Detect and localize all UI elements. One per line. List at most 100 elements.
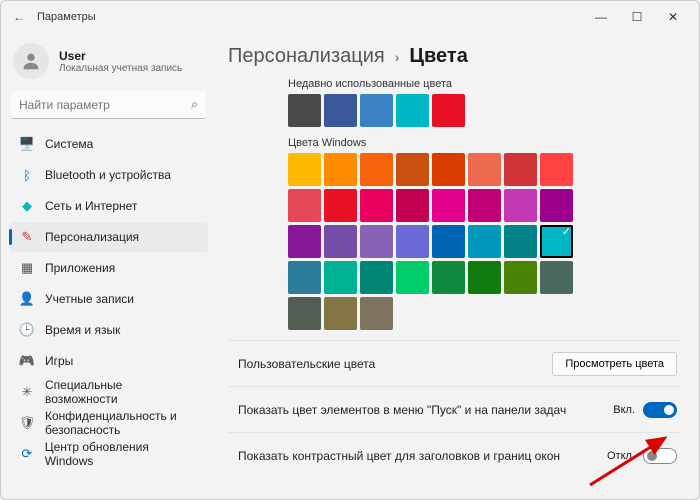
color-swatch[interactable]: [360, 261, 393, 294]
nav-label: Система: [45, 137, 93, 151]
breadcrumb-current: Цвета: [409, 45, 467, 68]
search-box: ⌕: [11, 91, 206, 119]
chevron-right-icon: ›: [395, 49, 400, 65]
sidebar: User Локальная учетная запись ⌕ 🖥️ Систем…: [1, 33, 216, 499]
color-swatch[interactable]: [396, 94, 429, 127]
sidebar-item-7[interactable]: 🎮 Игры: [9, 346, 208, 376]
color-swatch[interactable]: [324, 225, 357, 258]
breadcrumb-parent[interactable]: Персонализация: [228, 45, 385, 68]
sidebar-item-4[interactable]: ▦ Приложения: [9, 253, 208, 283]
nav-icon: ⟳: [19, 446, 35, 462]
setting-start-label: Показать цвет элементов в меню "Пуск" и …: [238, 403, 613, 417]
windows-colors-label: Цвета Windows: [288, 137, 681, 149]
custom-colors-row: Пользовательские цвета Просмотреть цвета: [228, 340, 681, 386]
nav-icon: 🖥️: [19, 136, 35, 152]
view-colors-button[interactable]: Просмотреть цвета: [552, 352, 677, 376]
color-swatch[interactable]: [360, 225, 393, 258]
sidebar-item-0[interactable]: 🖥️ Система: [9, 129, 208, 159]
nav-label: Приложения: [45, 261, 115, 275]
color-swatch[interactable]: [540, 261, 573, 294]
search-input[interactable]: [11, 91, 206, 119]
sidebar-item-9[interactable]: 🛡 Конфиденциальность и безопасность: [9, 408, 208, 438]
close-button[interactable]: ✕: [655, 3, 691, 31]
color-swatch[interactable]: [432, 189, 465, 222]
color-swatch[interactable]: [504, 153, 537, 186]
nav-icon: ✳: [19, 384, 35, 400]
setting-start-state: Вкл.: [613, 404, 635, 416]
nav-label: Сеть и Интернет: [45, 199, 137, 213]
titlebar: ← Параметры ― ☐ ✕: [1, 1, 699, 33]
nav-icon: ▦: [19, 260, 35, 276]
color-swatch[interactable]: [324, 153, 357, 186]
sidebar-item-6[interactable]: 🕒Время и язык: [9, 315, 208, 345]
color-swatch[interactable]: [288, 297, 321, 330]
user-account-row[interactable]: User Локальная учетная запись: [9, 37, 208, 91]
color-swatch[interactable]: [324, 94, 357, 127]
color-swatch[interactable]: [288, 153, 321, 186]
color-swatch[interactable]: [468, 261, 501, 294]
sidebar-item-3[interactable]: ✎ Персонализация: [9, 222, 208, 252]
custom-colors-label: Пользовательские цвета: [238, 357, 552, 371]
nav-label: Учетные записи: [45, 292, 134, 306]
color-swatch[interactable]: [288, 94, 321, 127]
color-swatch[interactable]: [360, 153, 393, 186]
nav-label: Специальные возможности: [45, 378, 198, 406]
color-swatch[interactable]: [540, 225, 573, 258]
sidebar-item-2[interactable]: ◆ Сеть и Интернет: [9, 191, 208, 221]
color-swatch[interactable]: [324, 261, 357, 294]
color-swatch[interactable]: [324, 189, 357, 222]
nav-label: Игры: [45, 354, 73, 368]
setting-title-label: Показать контрастный цвет для заголовков…: [238, 449, 607, 463]
color-swatch[interactable]: [432, 94, 465, 127]
color-swatch[interactable]: [324, 297, 357, 330]
color-swatch[interactable]: [468, 225, 501, 258]
color-swatch[interactable]: [468, 153, 501, 186]
sidebar-item-10[interactable]: ⟳Центр обновления Windows: [9, 439, 208, 469]
color-swatch[interactable]: [396, 153, 429, 186]
color-swatch[interactable]: [432, 153, 465, 186]
color-swatch[interactable]: [504, 261, 537, 294]
user-subtitle: Локальная учетная запись: [59, 63, 182, 74]
color-swatch[interactable]: [468, 189, 501, 222]
sidebar-item-1[interactable]: ᛒ Bluetooth и устройства: [9, 160, 208, 190]
color-swatch[interactable]: [504, 189, 537, 222]
maximize-button[interactable]: ☐: [619, 3, 655, 31]
color-swatch[interactable]: [396, 261, 429, 294]
nav-label: Bluetooth и устройства: [45, 168, 171, 182]
color-swatch[interactable]: [288, 225, 321, 258]
color-swatch[interactable]: [360, 189, 393, 222]
recent-colors-row: [288, 94, 608, 127]
nav-label: Время и язык: [45, 323, 120, 337]
nav-label: Персонализация: [45, 230, 139, 244]
sidebar-item-5[interactable]: 👤 Учетные записи: [9, 284, 208, 314]
color-swatch[interactable]: [288, 189, 321, 222]
breadcrumb: Персонализация › Цвета: [228, 45, 681, 68]
nav-icon: ✎: [19, 229, 35, 245]
color-swatch[interactable]: [540, 153, 573, 186]
minimize-button[interactable]: ―: [583, 3, 619, 31]
color-swatch[interactable]: [540, 189, 573, 222]
color-swatch[interactable]: [360, 297, 393, 330]
nav-icon: ᛒ: [19, 167, 35, 183]
avatar: [13, 43, 49, 79]
nav-label: Конфиденциальность и безопасность: [45, 409, 198, 437]
color-swatch[interactable]: [504, 225, 537, 258]
color-swatch[interactable]: [396, 225, 429, 258]
color-swatch[interactable]: [288, 261, 321, 294]
setting-start-toggle[interactable]: [643, 402, 677, 418]
color-swatch[interactable]: [432, 261, 465, 294]
color-swatch[interactable]: [432, 225, 465, 258]
search-icon: ⌕: [191, 97, 198, 112]
nav-icon: 👤: [19, 291, 35, 307]
windows-colors-grid: [288, 153, 608, 330]
setting-title-toggle[interactable]: [643, 448, 677, 464]
nav-icon: ◆: [19, 198, 35, 214]
nav-list: 🖥️ Система ᛒ Bluetooth и устройства ◆ Сеть и …: [9, 129, 208, 469]
nav-icon: 🛡: [19, 415, 35, 431]
back-button[interactable]: ←: [9, 10, 29, 24]
color-swatch[interactable]: [360, 94, 393, 127]
nav-icon: 🎮: [19, 353, 35, 369]
user-name: User: [59, 49, 182, 63]
color-swatch[interactable]: [396, 189, 429, 222]
sidebar-item-8[interactable]: ✳ Специальные возможности: [9, 377, 208, 407]
